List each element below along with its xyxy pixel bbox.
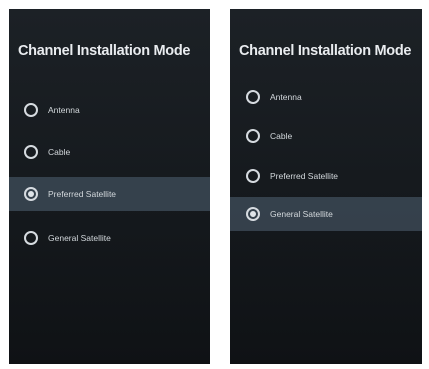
option-general-satellite[interactable]: General Satellite — [9, 221, 210, 255]
option-label: Antenna — [270, 92, 302, 102]
option-label: Cable — [48, 147, 71, 157]
radio-button-icon[interactable] — [24, 103, 38, 117]
radio-button-icon[interactable] — [24, 231, 38, 245]
radio-button-icon[interactable] — [246, 169, 260, 183]
option-cable[interactable]: Cable — [230, 119, 422, 153]
option-preferred-satellite[interactable]: Preferred Satellite — [230, 159, 422, 193]
option-general-satellite[interactable]: General Satellite — [230, 197, 422, 231]
option-cable[interactable]: Cable — [9, 135, 210, 169]
option-antenna[interactable]: Antenna — [9, 93, 210, 127]
option-label: Preferred Satellite — [48, 189, 117, 199]
option-label: General Satellite — [48, 233, 111, 243]
radio-button-icon[interactable] — [246, 90, 260, 104]
page-title: Channel Installation Mode — [239, 43, 412, 59]
option-label: Antenna — [48, 105, 80, 115]
option-preferred-satellite[interactable]: Preferred Satellite — [9, 177, 210, 211]
radio-button-icon[interactable] — [246, 207, 260, 221]
radio-button-icon[interactable] — [24, 187, 38, 201]
installation-mode-panel-right: Channel Installation Mode Antenna Cable … — [230, 9, 422, 364]
option-antenna[interactable]: Antenna — [230, 80, 422, 114]
radio-button-icon[interactable] — [24, 145, 38, 159]
installation-mode-panel-left: Channel Installation Mode Antenna Cable … — [9, 9, 210, 364]
option-label: Cable — [270, 131, 293, 141]
radio-button-icon[interactable] — [246, 129, 260, 143]
page-title: Channel Installation Mode — [18, 43, 191, 59]
option-label: General Satellite — [270, 209, 333, 219]
option-label: Preferred Satellite — [270, 171, 339, 181]
